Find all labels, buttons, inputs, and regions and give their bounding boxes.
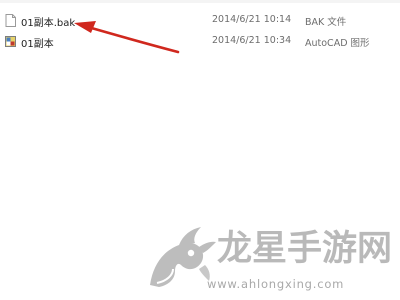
file-name: 01副本.bak [21,18,76,29]
column-header-strip [0,0,400,3]
watermark: 龙星手游网 www.ahlongxing.com [145,225,395,297]
file-explorer-view: 01副本.bak 2014/6/21 10:14 BAK 文件 01副本 201… [0,0,400,300]
file-row-dwg[interactable]: 01副本 2014/6/21 10:34 AutoCAD 图形 [0,33,400,51]
file-type: BAK 文件 [305,17,347,28]
file-row-bak[interactable]: 01副本.bak 2014/6/21 10:14 BAK 文件 [0,12,400,30]
file-type: AutoCAD 图形 [305,38,370,49]
blank-file-icon [5,14,16,27]
file-modified-date: 2014/6/21 10:34 [212,35,292,46]
autocad-drawing-icon [5,36,16,47]
watermark-brand: 龙星手游网 [217,228,393,269]
watermark-url: www.ahlongxing.com [207,277,345,291]
file-name: 01副本 [21,39,54,50]
file-modified-date: 2014/6/21 10:14 [212,14,292,25]
